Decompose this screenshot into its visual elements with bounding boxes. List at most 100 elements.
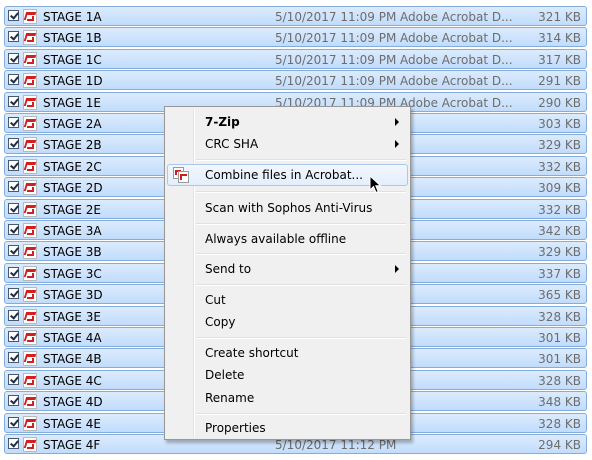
checkbox-checked-icon[interactable] bbox=[8, 288, 19, 299]
menu-item-label: Create shortcut bbox=[205, 346, 299, 360]
pdf-file-icon bbox=[23, 30, 37, 45]
checkbox-checked-icon[interactable] bbox=[8, 267, 19, 278]
menu-item-label: Scan with Sophos Anti-Virus bbox=[205, 201, 373, 215]
file-name: STAGE 3D bbox=[43, 288, 103, 302]
submenu-arrow-icon bbox=[395, 265, 399, 273]
menu-item-copy[interactable]: Copy bbox=[167, 311, 408, 333]
file-date: 5/10/2017 11:09 PM bbox=[275, 10, 397, 24]
checkbox-checked-icon[interactable] bbox=[8, 438, 19, 449]
checkbox-checked-icon[interactable] bbox=[8, 310, 19, 321]
file-name: STAGE 3B bbox=[43, 245, 102, 259]
file-name: STAGE 3A bbox=[43, 224, 102, 238]
file-size: 317 KB bbox=[538, 53, 581, 67]
file-date: 5/10/2017 11:12 PM bbox=[275, 438, 397, 452]
checkbox-checked-icon[interactable] bbox=[8, 245, 19, 256]
menu-item-7zip[interactable]: 7-Zip bbox=[167, 111, 408, 133]
checkbox-checked-icon[interactable] bbox=[8, 96, 19, 107]
menu-item-label: 7-Zip bbox=[205, 115, 240, 129]
menu-item-always-offline[interactable]: Always available offline bbox=[167, 228, 408, 250]
file-size: 365 KB bbox=[538, 288, 581, 302]
checkbox-checked-icon[interactable] bbox=[8, 203, 19, 214]
file-name: STAGE 1C bbox=[43, 53, 102, 67]
file-size: 329 KB bbox=[538, 138, 581, 152]
file-name: STAGE 4E bbox=[43, 417, 101, 431]
menu-item-create-shortcut[interactable]: Create shortcut bbox=[167, 342, 408, 364]
checkbox-checked-icon[interactable] bbox=[8, 374, 19, 385]
checkbox-checked-icon[interactable] bbox=[8, 117, 19, 128]
file-name: STAGE 4A bbox=[43, 331, 102, 345]
file-row[interactable]: STAGE 1A 5/10/2017 11:09 PM Adobe Acroba… bbox=[4, 6, 587, 26]
pdf-file-icon bbox=[23, 202, 37, 217]
checkbox-checked-icon[interactable] bbox=[8, 53, 19, 64]
file-name: STAGE 4D bbox=[43, 395, 103, 409]
menu-item-scan-sophos[interactable]: Scan with Sophos Anti-Virus bbox=[167, 197, 408, 219]
file-size: 294 KB bbox=[538, 438, 581, 452]
menu-item-properties[interactable]: Properties bbox=[167, 417, 408, 439]
menu-separator bbox=[196, 253, 406, 255]
file-type: Adobe Acrobat D... bbox=[400, 53, 513, 67]
file-size: 337 KB bbox=[538, 267, 581, 281]
checkbox-checked-icon[interactable] bbox=[8, 331, 19, 342]
file-date: 5/10/2017 11:09 PM bbox=[275, 31, 397, 45]
menu-item-label: Cut bbox=[205, 293, 226, 307]
menu-separator bbox=[196, 223, 406, 225]
pdf-file-icon bbox=[23, 287, 37, 302]
file-name: STAGE 3E bbox=[43, 310, 101, 324]
file-row[interactable]: STAGE 1D 5/10/2017 11:09 PM Adobe Acroba… bbox=[4, 70, 587, 90]
submenu-arrow-icon bbox=[395, 118, 399, 126]
menu-item-cut[interactable]: Cut bbox=[167, 289, 408, 311]
menu-item-send-to[interactable]: Send to bbox=[167, 258, 408, 280]
menu-item-label: Delete bbox=[205, 368, 245, 382]
file-size: 348 KB bbox=[538, 395, 581, 409]
file-name: STAGE 2B bbox=[43, 138, 102, 152]
file-size: 332 KB bbox=[538, 160, 581, 174]
checkbox-checked-icon[interactable] bbox=[8, 352, 19, 363]
menu-item-crc-sha[interactable]: CRC SHA bbox=[167, 133, 408, 155]
file-name: STAGE 3C bbox=[43, 267, 102, 281]
submenu-arrow-icon bbox=[395, 140, 399, 148]
file-size: 342 KB bbox=[538, 224, 581, 238]
file-type: Adobe Acrobat D... bbox=[400, 74, 513, 88]
pdf-file-icon bbox=[23, 437, 37, 452]
file-name: STAGE 4B bbox=[43, 352, 102, 366]
pdf-file-icon bbox=[23, 180, 37, 195]
menu-item-label: Send to bbox=[205, 262, 252, 276]
checkbox-checked-icon[interactable] bbox=[8, 224, 19, 235]
file-name: STAGE 1E bbox=[43, 96, 101, 110]
file-size: 303 KB bbox=[538, 117, 581, 131]
checkbox-checked-icon[interactable] bbox=[8, 160, 19, 171]
menu-separator bbox=[196, 284, 406, 286]
pdf-file-icon bbox=[23, 416, 37, 431]
pdf-file-icon bbox=[23, 116, 37, 131]
menu-separator bbox=[196, 159, 406, 161]
menu-item-rename[interactable]: Rename bbox=[167, 387, 408, 409]
file-row[interactable]: STAGE 1B 5/10/2017 11:09 PM Adobe Acroba… bbox=[4, 27, 587, 47]
menu-item-delete[interactable]: Delete bbox=[167, 364, 408, 386]
checkbox-checked-icon[interactable] bbox=[8, 417, 19, 428]
file-size: 321 KB bbox=[538, 10, 581, 24]
file-type: Adobe Acrobat D... bbox=[400, 96, 513, 110]
checkbox-checked-icon[interactable] bbox=[8, 138, 19, 149]
pdf-file-icon bbox=[23, 223, 37, 238]
file-size: 328 KB bbox=[538, 417, 581, 431]
pdf-file-icon bbox=[23, 52, 37, 67]
menu-item-label: Always available offline bbox=[205, 232, 347, 246]
pdf-file-icon bbox=[23, 266, 37, 281]
file-date: 5/10/2017 11:09 PM bbox=[275, 74, 397, 88]
pdf-file-icon bbox=[23, 73, 37, 88]
checkbox-checked-icon[interactable] bbox=[8, 74, 19, 85]
file-type: Adobe Acrobat D... bbox=[400, 10, 513, 24]
file-size: 291 KB bbox=[538, 74, 581, 88]
checkbox-checked-icon[interactable] bbox=[8, 31, 19, 42]
menu-item-label: CRC SHA bbox=[205, 137, 259, 151]
checkbox-checked-icon[interactable] bbox=[8, 181, 19, 192]
pdf-file-icon bbox=[23, 95, 37, 110]
checkbox-checked-icon[interactable] bbox=[8, 395, 19, 406]
file-name: STAGE 1A bbox=[43, 10, 102, 24]
menu-separator bbox=[196, 337, 406, 339]
checkbox-checked-icon[interactable] bbox=[8, 10, 19, 21]
pdf-file-icon bbox=[23, 373, 37, 388]
file-row[interactable]: STAGE 1C 5/10/2017 11:09 PM Adobe Acroba… bbox=[4, 49, 587, 69]
file-date: 5/10/2017 11:09 PM bbox=[275, 53, 397, 67]
file-name: STAGE 1B bbox=[43, 31, 102, 45]
